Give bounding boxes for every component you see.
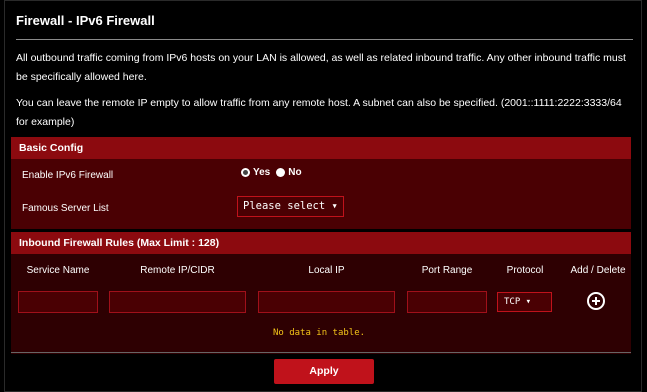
famous-server-list-label: Famous Server List — [22, 203, 109, 214]
radio-yes[interactable] — [241, 168, 250, 177]
inbound-rules-header: Inbound Firewall Rules (Max Limit : 128) — [11, 232, 631, 254]
enable-ipv6-firewall-label: Enable IPv6 Firewall — [22, 170, 114, 181]
remote-ip-input[interactable] — [109, 291, 246, 313]
radio-yes-label: Yes — [253, 167, 271, 178]
description-remote-ip: You can leave the remote IP empty to all… — [16, 97, 622, 128]
radio-no-label: No — [288, 167, 302, 178]
protocol-select[interactable]: TCP ▾ — [497, 292, 552, 312]
port-range-input[interactable] — [407, 291, 487, 313]
service-name-input[interactable] — [18, 291, 98, 313]
enable-firewall-radio-group: Yes No — [241, 167, 302, 178]
description-outbound: All outbound traffic coming from IPv6 ho… — [16, 52, 626, 83]
apply-button[interactable]: Apply — [274, 359, 374, 384]
local-ip-input[interactable] — [258, 291, 395, 313]
no-data-message: No data in table. — [272, 328, 366, 338]
page-title: Firewall - IPv6 Firewall — [16, 13, 155, 28]
col-port-range: Port Range — [421, 265, 473, 276]
col-remote-ip: Remote IP/CIDR — [140, 265, 215, 276]
col-local-ip: Local IP — [308, 265, 345, 276]
col-service-name: Service Name — [26, 265, 90, 276]
basic-config-header: Basic Config — [11, 137, 631, 159]
title-divider — [16, 39, 633, 40]
famous-server-select[interactable]: Please select ▾ — [237, 196, 344, 217]
col-protocol: Protocol — [506, 265, 544, 276]
footer-divider — [11, 352, 631, 353]
plus-circle-icon[interactable] — [587, 292, 605, 310]
col-add-delete: Add / Delete — [570, 265, 626, 276]
radio-no[interactable] — [276, 168, 286, 177]
